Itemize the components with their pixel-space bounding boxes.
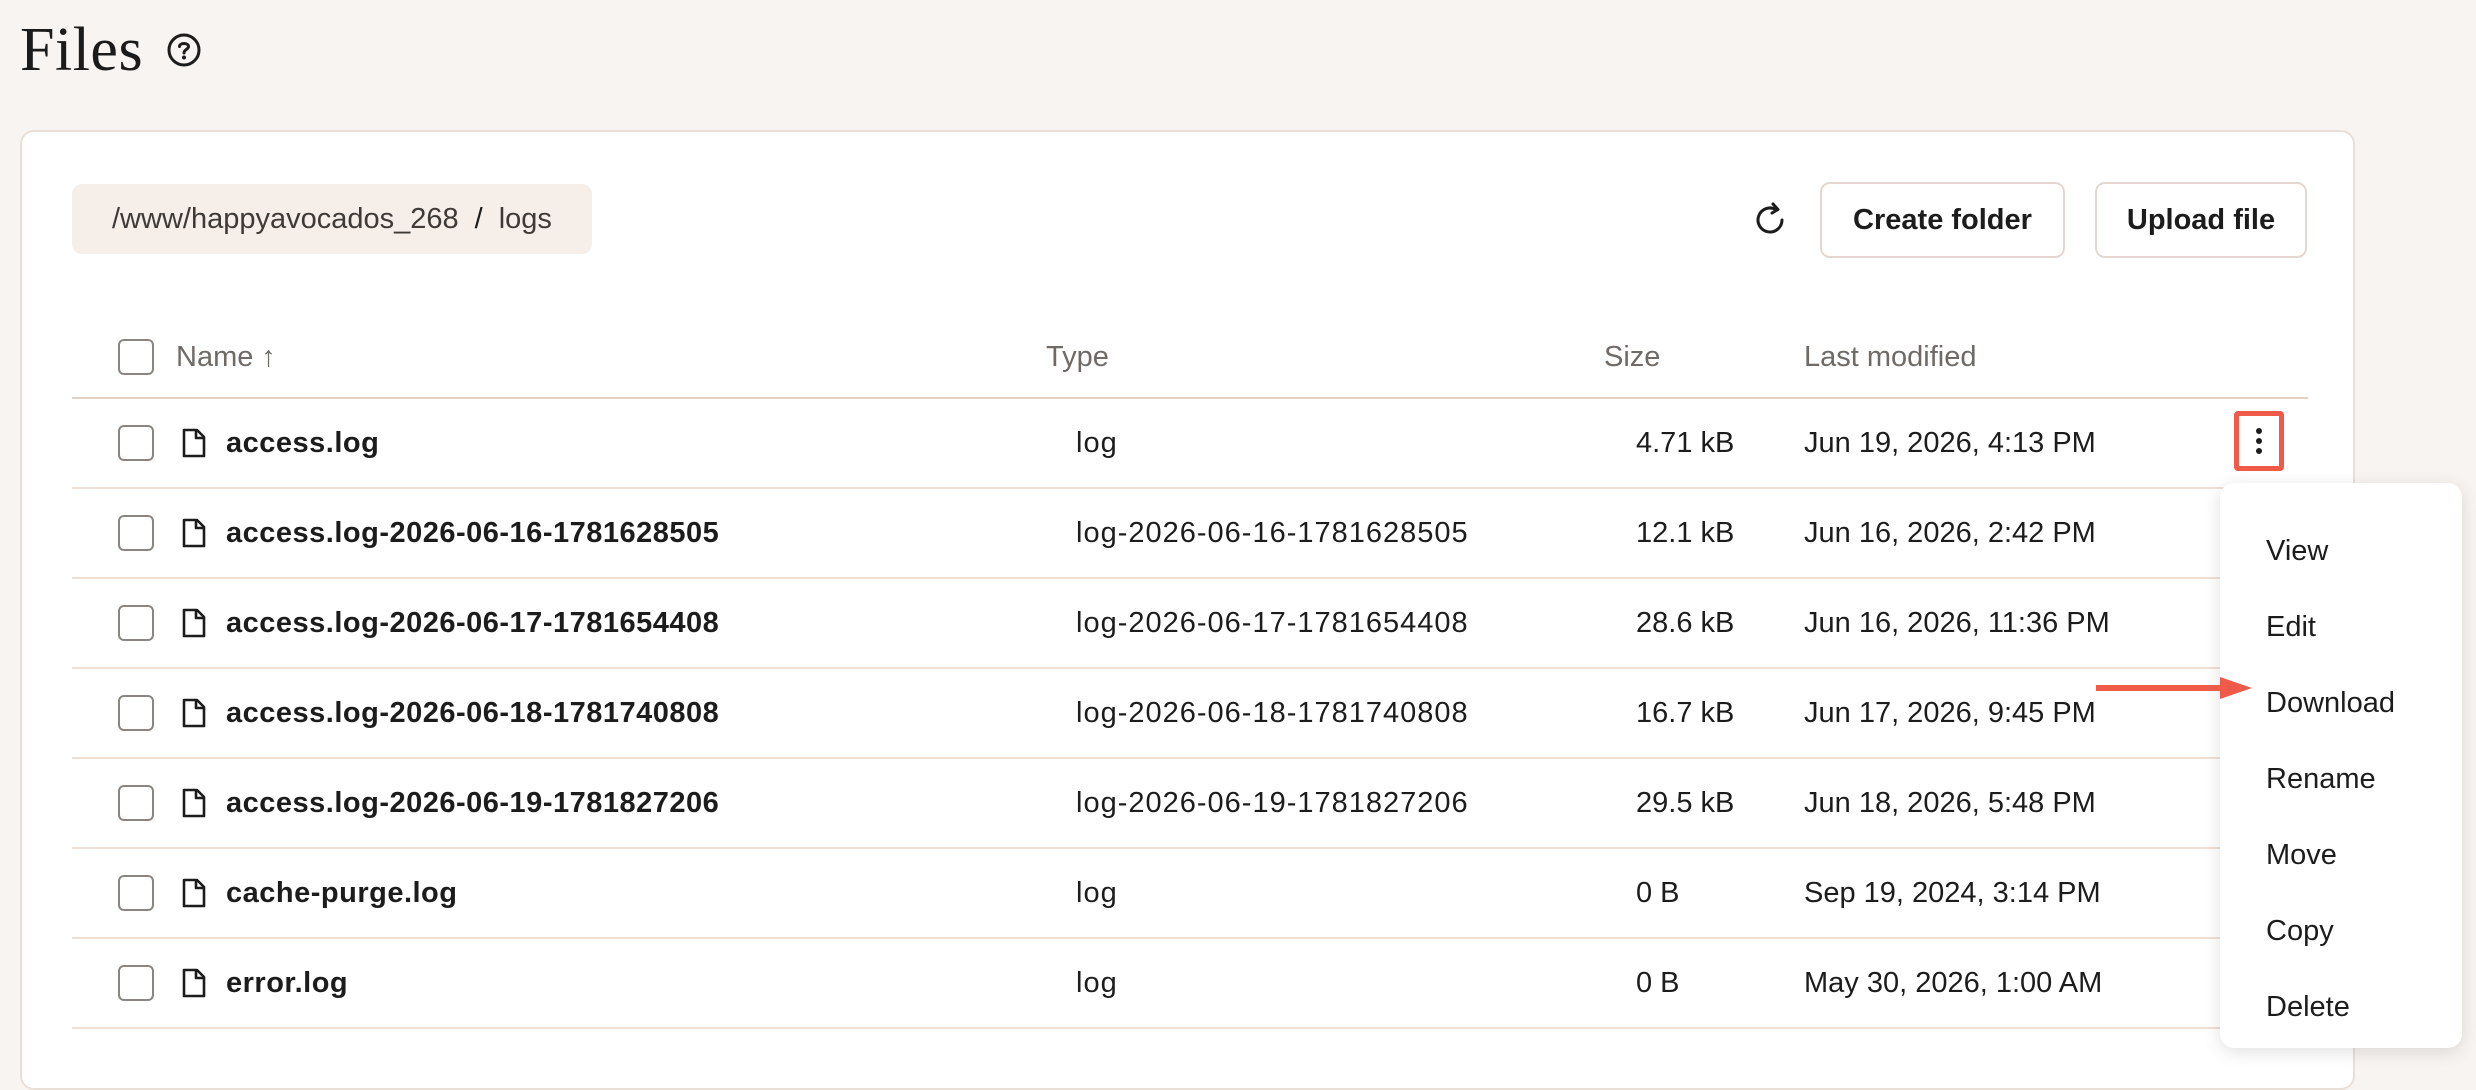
file-last-modified: May 30, 2026, 1:00 AM	[1804, 966, 2103, 999]
file-name[interactable]: access.log-2026-06-19-1781827206	[226, 759, 719, 847]
file-type: log	[1076, 966, 1118, 999]
table-header: Name ↑ Type Size Last modified	[72, 317, 2308, 399]
file-size: 16.7 kB	[1636, 696, 1735, 729]
column-header-last-modified[interactable]: Last modified	[1804, 317, 1977, 397]
file-last-modified: Jun 16, 2026, 11:36 PM	[1804, 606, 2110, 639]
row-checkbox[interactable]	[118, 425, 154, 461]
file-size: 28.6 kB	[1636, 606, 1735, 639]
breadcrumb-current[interactable]: logs	[499, 203, 552, 236]
file-type: log	[1076, 426, 1118, 459]
column-header-type[interactable]: Type	[1046, 317, 1109, 397]
file-type: log-2026-06-17-1781654408	[1076, 606, 1469, 639]
select-all-checkbox[interactable]	[118, 339, 154, 375]
file-size: 0 B	[1636, 966, 1680, 999]
row-checkbox[interactable]	[118, 515, 154, 551]
file-size: 12.1 kB	[1636, 516, 1735, 549]
file-name[interactable]: access.log-2026-06-16-1781628505	[226, 489, 719, 577]
file-name[interactable]: access.log-2026-06-18-1781740808	[226, 669, 719, 757]
annotation-arrow-icon	[2096, 677, 2252, 699]
file-icon	[180, 669, 208, 757]
row-checkbox[interactable]	[118, 875, 154, 911]
row-checkbox[interactable]	[118, 695, 154, 731]
file-name[interactable]: error.log	[226, 939, 348, 1027]
menu-item-delete[interactable]: Delete	[2220, 969, 2462, 1045]
page-title: Files	[20, 15, 144, 84]
upload-file-button[interactable]: Upload file	[2095, 182, 2307, 258]
file-icon	[180, 759, 208, 847]
menu-item-rename[interactable]: Rename	[2220, 741, 2462, 817]
menu-item-copy[interactable]: Copy	[2220, 893, 2462, 969]
file-manager-card: /www/happyavocados_268 / logs Create fol…	[20, 130, 2355, 1090]
menu-item-download[interactable]: Download	[2220, 665, 2462, 741]
table-row[interactable]: access.log log 4.71 kB Jun 19, 2026, 4:13 P…	[72, 399, 2308, 489]
file-actions-menu: View Edit Download Rename Move Copy Dele…	[2220, 483, 2462, 1048]
file-icon	[180, 939, 208, 1027]
breadcrumb: /www/happyavocados_268 / logs	[72, 184, 592, 254]
row-checkbox[interactable]	[118, 965, 154, 1001]
row-checkbox[interactable]	[118, 605, 154, 641]
file-icon	[180, 399, 208, 487]
file-name[interactable]: access.log	[226, 399, 379, 487]
table-row[interactable]: access.log-2026-06-18-1781740808 log-2026…	[72, 669, 2308, 759]
row-checkbox[interactable]	[118, 785, 154, 821]
menu-item-edit[interactable]: Edit	[2220, 589, 2462, 665]
file-last-modified: Jun 17, 2026, 9:45 PM	[1804, 696, 2096, 729]
refresh-button[interactable]	[1742, 192, 1798, 248]
file-type: log-2026-06-19-1781827206	[1076, 786, 1469, 819]
refresh-icon	[1756, 202, 1784, 234]
file-last-modified: Sep 19, 2024, 3:14 PM	[1804, 876, 2101, 909]
file-type: log-2026-06-16-1781628505	[1076, 516, 1469, 549]
column-header-name[interactable]: Name ↑	[176, 317, 276, 397]
more-vertical-icon	[2256, 428, 2262, 454]
table-row[interactable]: access.log-2026-06-16-1781628505 log-2026…	[72, 489, 2308, 579]
file-last-modified: Jun 16, 2026, 2:42 PM	[1804, 516, 2096, 549]
column-name-label: Name	[176, 340, 254, 373]
column-header-size[interactable]: Size	[1604, 317, 1660, 397]
file-size: 4.71 kB	[1636, 426, 1735, 459]
row-actions-button[interactable]	[2234, 411, 2284, 471]
file-type: log-2026-06-18-1781740808	[1076, 696, 1469, 729]
table-row[interactable]: access.log-2026-06-17-1781654408 log-2026…	[72, 579, 2308, 669]
file-last-modified: Jun 18, 2026, 5:48 PM	[1804, 786, 2096, 819]
file-name[interactable]: cache-purge.log	[226, 849, 458, 937]
file-icon	[180, 489, 208, 577]
sort-arrow-icon: ↑	[261, 340, 276, 373]
file-icon	[180, 579, 208, 667]
help-icon[interactable]	[165, 31, 203, 69]
menu-item-move[interactable]: Move	[2220, 817, 2462, 893]
table-row[interactable]: error.log log 0 B May 30, 2026, 1:00 AM	[72, 939, 2308, 1029]
table-row[interactable]: cache-purge.log log 0 B Sep 19, 2024, 3:14 …	[72, 849, 2308, 939]
file-type: log	[1076, 876, 1118, 909]
table-row[interactable]: access.log-2026-06-19-1781827206 log-2026…	[72, 759, 2308, 849]
menu-item-view[interactable]: View	[2220, 513, 2462, 589]
file-name[interactable]: access.log-2026-06-17-1781654408	[226, 579, 719, 667]
breadcrumb-root[interactable]: /www/happyavocados_268	[112, 203, 459, 236]
breadcrumb-separator: /	[474, 202, 483, 235]
file-icon	[180, 849, 208, 937]
file-size: 29.5 kB	[1636, 786, 1735, 819]
file-size: 0 B	[1636, 876, 1680, 909]
create-folder-button[interactable]: Create folder	[1820, 182, 2065, 258]
file-last-modified: Jun 19, 2026, 4:13 PM	[1804, 426, 2096, 459]
page-header: Files	[20, 10, 203, 90]
